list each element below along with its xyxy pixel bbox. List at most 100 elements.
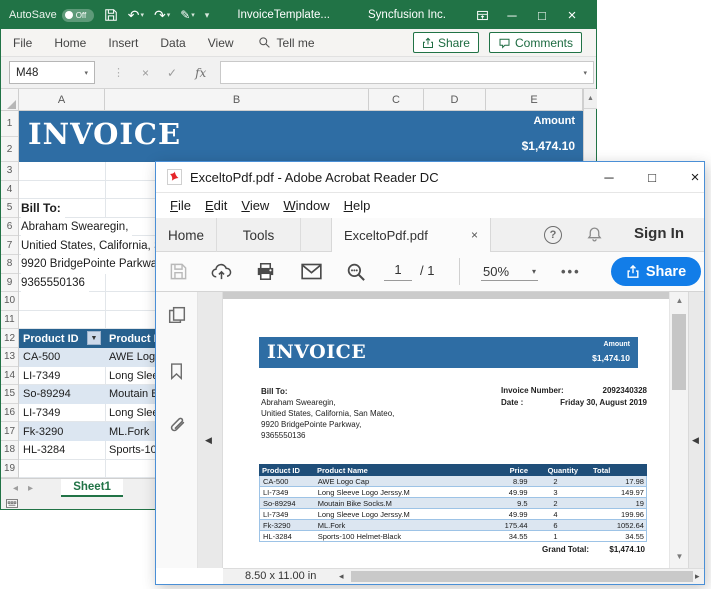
page-thumbnails-icon[interactable] — [168, 306, 187, 325]
cell-product-id[interactable]: Fk-3290 — [19, 426, 105, 438]
collapse-left-icon[interactable]: ◀ — [205, 435, 212, 446]
cancel-entry-icon[interactable]: × — [142, 66, 149, 80]
tab-document[interactable]: ExceltoPdf.pdf × — [331, 218, 491, 252]
acrobat-menu-window[interactable]: Window — [283, 198, 329, 213]
column-header-b[interactable]: B — [105, 89, 369, 111]
row-header[interactable]: 13 — [1, 348, 18, 367]
autosave-toggle[interactable]: Off — [62, 9, 94, 22]
column-header-d[interactable]: D — [424, 89, 486, 111]
accessibility-status-icon[interactable] — [6, 499, 18, 508]
name-box-dropdown-icon[interactable]: ▾ — [84, 69, 88, 77]
touch-mode-dropdown-icon[interactable]: ▾ — [191, 11, 195, 19]
row-header[interactable]: 16 — [1, 404, 18, 423]
acrobat-menu-view[interactable]: View — [241, 198, 269, 213]
help-icon[interactable]: ? — [544, 226, 562, 244]
more-tools-icon[interactable]: ••• — [561, 264, 581, 279]
zoom-level-select[interactable]: 50% ▾ — [481, 262, 538, 281]
name-box[interactable]: M48 ▾ — [9, 61, 95, 84]
tell-me-label[interactable]: Tell me — [277, 36, 315, 50]
bookmarks-icon[interactable] — [168, 362, 187, 381]
redo-icon[interactable]: ↷ — [154, 7, 166, 24]
undo-dropdown-icon[interactable]: ▾ — [140, 11, 144, 19]
quick-access-customize-icon[interactable]: ▾ — [205, 10, 210, 21]
email-icon[interactable] — [301, 262, 321, 282]
cell-product-id[interactable]: LI-7349 — [19, 370, 105, 382]
acrobat-maximize-button[interactable]: □ — [635, 162, 669, 192]
notifications-bell-icon[interactable] — [586, 226, 603, 243]
scroll-up-icon[interactable]: ▲ — [670, 296, 689, 305]
excel-menu-insert[interactable]: Insert — [108, 36, 138, 50]
acrobat-share-button[interactable]: Share — [611, 257, 701, 286]
cell-product-id[interactable]: LI-7349 — [19, 407, 105, 419]
cell-product-id[interactable]: So-89294 — [19, 388, 105, 400]
scroll-right-icon[interactable]: ▸ — [695, 571, 700, 582]
excel-maximize-button[interactable]: □ — [527, 8, 557, 23]
excel-menu-data[interactable]: Data — [160, 36, 185, 50]
row-header[interactable]: 18 — [1, 441, 18, 460]
undo-icon[interactable]: ↶ — [128, 7, 140, 24]
row-header[interactable]: 7 — [1, 236, 18, 255]
row-header[interactable]: 10 — [1, 292, 18, 311]
acrobat-menu-file[interactable]: File — [170, 198, 191, 213]
row-header[interactable]: 4 — [1, 181, 18, 200]
excel-minimize-button[interactable]: ─ — [497, 8, 527, 23]
horizontal-scrollbar-thumb[interactable] — [351, 571, 693, 582]
scroll-down-icon[interactable]: ▼ — [670, 552, 689, 561]
formula-expand-icon[interactable]: ▾ — [583, 69, 587, 77]
excel-comments-button[interactable]: Comments — [489, 32, 582, 53]
zoom-options-icon[interactable] — [346, 262, 366, 282]
sheet-tab[interactable]: Sheet1 — [61, 479, 123, 497]
excel-menu-home[interactable]: Home — [54, 36, 86, 50]
tell-me-search-icon[interactable] — [258, 36, 271, 49]
sign-in-button[interactable]: Sign In — [634, 225, 684, 242]
attachments-icon[interactable] — [168, 416, 187, 435]
excel-bill-to-line[interactable]: 9365550136 — [21, 274, 89, 293]
save-icon[interactable] — [104, 8, 118, 22]
print-icon[interactable] — [256, 262, 276, 282]
tab-tools[interactable]: Tools — [217, 218, 301, 252]
tab-close-icon[interactable]: × — [471, 228, 478, 242]
row-header[interactable]: 5 — [1, 199, 18, 218]
confirm-entry-icon[interactable]: ✓ — [167, 66, 177, 80]
column-header-a[interactable]: A — [19, 89, 105, 111]
pdf-vertical-scrollbar[interactable]: ▲ ▼ — [669, 292, 688, 568]
scroll-left-icon[interactable]: ◂ — [339, 571, 344, 582]
sheet-nav-prev-icon[interactable]: ◂ — [13, 483, 18, 494]
cloud-upload-icon[interactable] — [211, 262, 231, 282]
cell-product-id[interactable]: HL-3284 — [19, 444, 105, 456]
row-header[interactable]: 9 — [1, 274, 18, 293]
sheet-nav-next-icon[interactable]: ▸ — [28, 483, 33, 494]
scrollbar-thumb[interactable] — [672, 314, 686, 390]
row-header[interactable]: 19 — [1, 460, 18, 479]
select-all-corner[interactable] — [1, 89, 19, 111]
touch-mode-icon[interactable]: ✎ — [180, 8, 190, 22]
row-header[interactable]: 8 — [1, 255, 18, 274]
excel-share-button[interactable]: Share — [413, 32, 479, 53]
formula-input[interactable]: ▾ — [220, 61, 594, 84]
row-header[interactable]: 17 — [1, 422, 18, 441]
acrobat-close-button[interactable]: × — [678, 162, 711, 192]
tools-panel-strip[interactable]: ◀ — [688, 292, 704, 568]
acrobat-menu-help[interactable]: Help — [344, 198, 371, 213]
ribbon-display-options-icon[interactable] — [476, 9, 489, 22]
row-header[interactable]: 6 — [1, 218, 18, 237]
redo-dropdown-icon[interactable]: ▾ — [167, 11, 171, 19]
row-header[interactable]: 15 — [1, 385, 18, 404]
scroll-up-icon[interactable]: ▲ — [584, 89, 597, 109]
excel-close-button[interactable]: × — [557, 7, 587, 24]
acrobat-minimize-button[interactable]: ─ — [592, 162, 626, 192]
filter-dropdown-icon[interactable]: ▼ — [87, 331, 101, 345]
row-header[interactable]: 14 — [1, 367, 18, 386]
column-header-e[interactable]: E — [486, 89, 583, 111]
excel-menu-file[interactable]: File — [13, 36, 32, 50]
save-icon[interactable] — [169, 262, 189, 282]
insert-function-icon[interactable]: fx — [195, 66, 206, 80]
row-header[interactable]: 11 — [1, 311, 18, 330]
zoom-dropdown-icon[interactable]: ▾ — [532, 267, 536, 276]
cell-product-id[interactable]: CA-500 — [19, 351, 105, 363]
excel-menu-view[interactable]: View — [208, 36, 234, 50]
row-header[interactable]: 3 — [1, 162, 18, 181]
nav-pane-collapse-strip[interactable]: ◀ — [198, 292, 223, 568]
row-header[interactable]: 2 — [1, 137, 18, 162]
page-number-input[interactable]: 1 — [384, 262, 412, 281]
